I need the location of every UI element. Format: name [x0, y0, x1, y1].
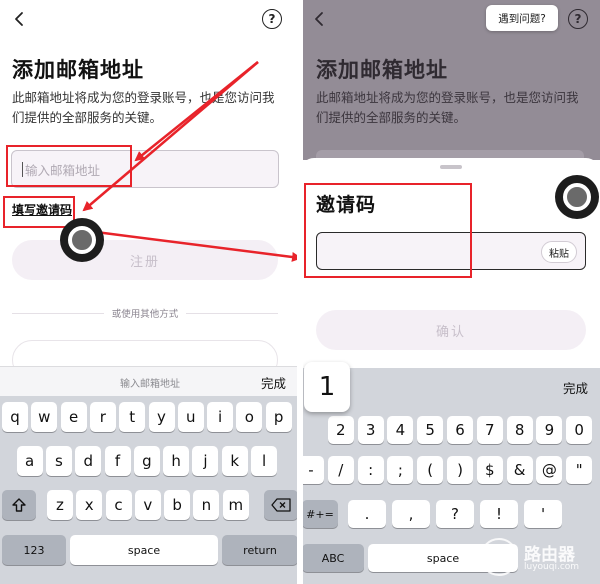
- done-button[interactable]: 完成: [563, 378, 588, 397]
- alt-methods-label: 或使用其他方式: [111, 309, 179, 320]
- key-0[interactable]: 0: [566, 416, 593, 444]
- key-symbol[interactable]: (: [417, 456, 444, 484]
- key-symbol[interactable]: @: [536, 456, 563, 484]
- key-symbol[interactable]: :: [357, 456, 384, 484]
- key-q[interactable]: q: [2, 402, 28, 432]
- touch-indicator: [555, 175, 599, 219]
- router-logo-icon: [480, 538, 518, 576]
- watermark-url: luyouqi.com: [524, 562, 580, 572]
- key-t[interactable]: t: [119, 402, 146, 432]
- key-f[interactable]: f: [104, 446, 131, 476]
- key-punctuation[interactable]: ,: [392, 500, 430, 528]
- chevron-left-icon[interactable]: [308, 8, 330, 30]
- key-symbol[interactable]: ;: [387, 456, 414, 484]
- paste-button[interactable]: 粘贴: [541, 241, 577, 263]
- shift-icon: [12, 498, 26, 512]
- key-z[interactable]: z: [46, 490, 73, 520]
- space-key[interactable]: space: [70, 535, 218, 565]
- key-punctuation[interactable]: .: [348, 500, 386, 528]
- tutorial-screenshot: ? 添加邮箱地址 此邮箱地址将成为您的登录账号，也是您访问我们提供的全部服务的关…: [0, 0, 600, 584]
- key-h[interactable]: h: [163, 446, 190, 476]
- key-l[interactable]: l: [251, 446, 278, 476]
- keyboard-letters: q w e r t y u i o p a s d f g h j k l z x c v b n m 123 space return: [0, 396, 300, 584]
- key-punctuation[interactable]: ': [524, 500, 562, 528]
- key-9[interactable]: 9: [536, 416, 563, 444]
- sheet-handle[interactable]: [440, 165, 462, 169]
- page-description: 此邮箱地址将成为您的登录账号，也是您访问我们提供的全部服务的关键。: [316, 90, 579, 125]
- key-k[interactable]: k: [221, 446, 248, 476]
- page-title: 添加邮箱地址: [316, 58, 448, 82]
- highlight-invite-link: [3, 196, 75, 228]
- key-symbol[interactable]: $: [476, 456, 503, 484]
- symbols-key[interactable]: #+=: [302, 500, 338, 528]
- key-a[interactable]: a: [16, 446, 43, 476]
- key-symbol[interactable]: ": [566, 456, 593, 484]
- key-popup: 1: [304, 362, 350, 412]
- key-punctuation[interactable]: ?: [436, 500, 474, 528]
- backspace-key[interactable]: [264, 490, 298, 520]
- question-circle-icon[interactable]: ?: [568, 9, 588, 29]
- key-d[interactable]: d: [75, 446, 102, 476]
- key-g[interactable]: g: [133, 446, 160, 476]
- backspace-icon: [271, 498, 291, 512]
- key-punctuation[interactable]: !: [480, 500, 518, 528]
- key-j[interactable]: j: [192, 446, 219, 476]
- key-s[interactable]: s: [45, 446, 72, 476]
- page-title: 添加邮箱地址: [12, 58, 144, 82]
- key-c[interactable]: c: [105, 490, 132, 520]
- key-w[interactable]: w: [31, 402, 58, 432]
- key-b[interactable]: b: [164, 490, 191, 520]
- key-5[interactable]: 5: [417, 416, 444, 444]
- key-y[interactable]: y: [148, 402, 175, 432]
- highlight-invite-sheet: [304, 183, 472, 278]
- key-i[interactable]: i: [207, 402, 234, 432]
- dimmed-background: 遇到问题? ? 添加邮箱地址 此邮箱地址将成为您的登录账号，也是您访问我们提供的…: [300, 0, 600, 160]
- key-3[interactable]: 3: [357, 416, 384, 444]
- key-p[interactable]: p: [265, 402, 292, 432]
- chevron-left-icon[interactable]: [8, 8, 30, 30]
- alt-methods-divider: 或使用其他方式: [12, 306, 279, 320]
- panel-divider: [297, 0, 303, 584]
- key-e[interactable]: e: [60, 402, 87, 432]
- left-screen: ? 添加邮箱地址 此邮箱地址将成为您的登录账号，也是您访问我们提供的全部服务的关…: [0, 0, 300, 584]
- key-4[interactable]: 4: [387, 416, 414, 444]
- shift-key[interactable]: [2, 490, 36, 520]
- toolbar-hint: 输入邮箱地址: [120, 379, 180, 390]
- confirm-button[interactable]: 确认: [316, 310, 586, 350]
- key-8[interactable]: 8: [506, 416, 533, 444]
- register-button[interactable]: 注册: [12, 240, 278, 280]
- key-u[interactable]: u: [177, 402, 204, 432]
- key-o[interactable]: o: [236, 402, 263, 432]
- done-button[interactable]: 完成: [261, 373, 286, 392]
- keyboard-toolbar: 输入邮箱地址 完成: [0, 366, 300, 396]
- key-n[interactable]: n: [193, 490, 220, 520]
- key-symbol[interactable]: /: [327, 456, 354, 484]
- page-description: 此邮箱地址将成为您的登录账号，也是您访问我们提供的全部服务的关键。: [12, 90, 275, 125]
- watermark-logo: 路由器 luyouqi.com: [480, 538, 590, 578]
- key-2[interactable]: 2: [327, 416, 354, 444]
- numbers-key[interactable]: 123: [2, 535, 66, 565]
- divider-line: [186, 312, 279, 314]
- return-key[interactable]: return: [222, 535, 298, 565]
- key-m[interactable]: m: [222, 490, 249, 520]
- question-circle-icon[interactable]: ?: [262, 9, 282, 29]
- key-6[interactable]: 6: [447, 416, 473, 444]
- divider-line: [12, 312, 104, 314]
- key-7[interactable]: 7: [476, 416, 503, 444]
- trouble-tooltip[interactable]: 遇到问题?: [486, 5, 558, 31]
- abc-key[interactable]: ABC: [302, 544, 364, 572]
- key-x[interactable]: x: [76, 490, 103, 520]
- key-symbol[interactable]: ): [447, 456, 473, 484]
- key-symbol[interactable]: &: [506, 456, 533, 484]
- key-symbol[interactable]: -: [300, 456, 324, 484]
- touch-indicator: [60, 218, 104, 262]
- highlight-email-input: [6, 145, 132, 187]
- key-v[interactable]: v: [134, 490, 161, 520]
- key-r[interactable]: r: [89, 402, 116, 432]
- right-screen: 遇到问题? ? 添加邮箱地址 此邮箱地址将成为您的登录账号，也是您访问我们提供的…: [300, 0, 600, 584]
